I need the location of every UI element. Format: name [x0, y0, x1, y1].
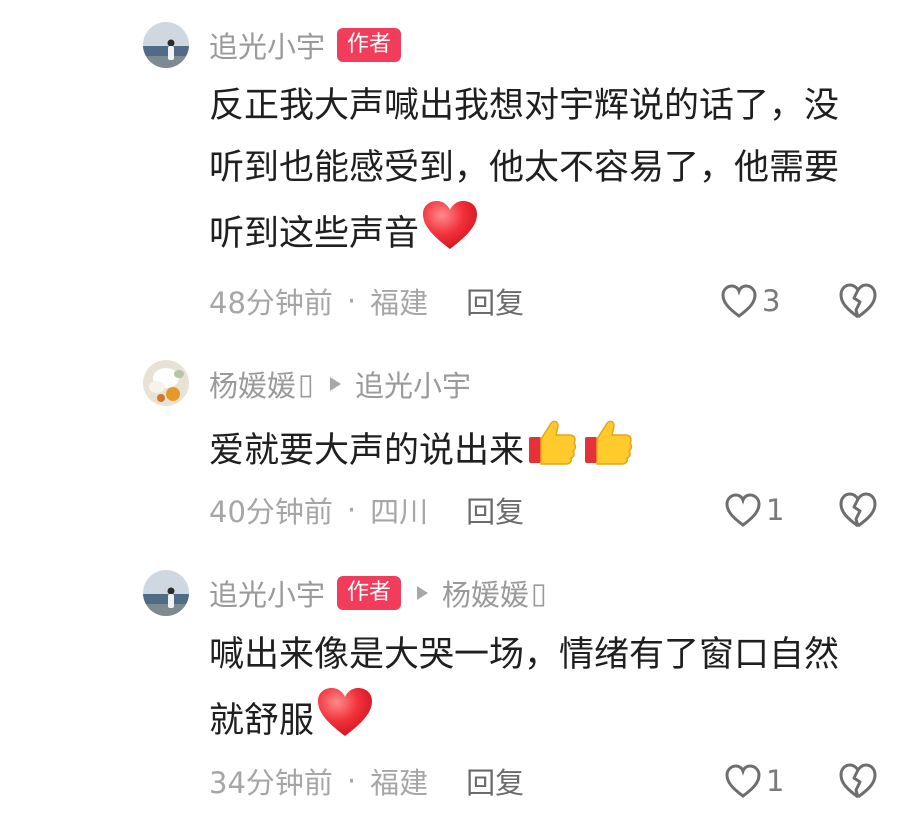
comment-meta: 40分钟前 · 四川 回复 — [209, 488, 524, 532]
beach-person-avatar-icon — [143, 22, 189, 68]
reply-target[interactable]: 杨媛媛 — [442, 572, 529, 614]
comment-text-block: 喊出来像是大哭一场，情绪有了窗口自然就舒服 — [209, 624, 859, 758]
avatar[interactable] — [143, 360, 189, 406]
broken-heart-icon[interactable] — [838, 281, 878, 321]
thumbs-up-icon — [582, 415, 636, 489]
comment-text: 爱就要大声的说出来 — [209, 431, 525, 471]
heart-outline-icon — [725, 493, 761, 527]
beach-person-avatar-icon — [143, 570, 189, 616]
like-button[interactable]: 3 — [720, 279, 780, 323]
avatar[interactable] — [143, 570, 189, 616]
comment-header: 追光小宇 作者 — [209, 23, 402, 67]
comment-time: 34分钟前 — [209, 766, 333, 800]
reply-button[interactable]: 回复 — [466, 280, 524, 322]
heart-outline-icon — [721, 284, 757, 318]
comment-text: 反正我大声喊出我想对宇辉说的话了，没听到也能感受到，他太不容易了，他需要听到这些… — [209, 86, 840, 254]
like-count: 3 — [762, 284, 781, 318]
like-count: 1 — [766, 764, 785, 798]
comment-text-block: 反正我大声喊出我想对宇辉说的话了，没听到也能感受到，他太不容易了，他需要听到这些… — [209, 75, 859, 271]
separator-dot: · — [346, 493, 357, 527]
username[interactable]: 追光小宇 — [209, 24, 325, 66]
avatar[interactable] — [143, 22, 189, 68]
like-button[interactable]: 1 — [724, 488, 784, 532]
comment-time: 48分钟前 — [209, 286, 333, 320]
like-count: 1 — [766, 493, 785, 527]
reply-arrow-icon — [417, 586, 429, 600]
like-button[interactable]: 1 — [724, 759, 784, 803]
comment-meta: 48分钟前 · 福建 回复 — [209, 279, 524, 323]
comment-location: 四川 — [370, 495, 429, 529]
username[interactable]: 杨媛媛 — [209, 363, 296, 405]
red-heart-icon — [316, 686, 374, 758]
red-heart-icon — [421, 199, 479, 271]
reply-target[interactable]: 追光小宇 — [355, 363, 471, 405]
comment-time: 40分钟前 — [209, 495, 333, 529]
author-badge: 作者 — [337, 28, 402, 62]
heart-outline-icon — [725, 764, 761, 798]
author-badge: 作者 — [337, 576, 402, 610]
reply-button[interactable]: 回复 — [466, 760, 524, 802]
comment-header: 追光小宇 作者 杨媛媛 ▯ — [209, 571, 547, 615]
comment-location: 福建 — [370, 766, 429, 800]
comment-text: 喊出来像是大哭一场，情绪有了窗口自然就舒服 — [209, 635, 840, 741]
broken-heart-icon[interactable] — [838, 761, 878, 801]
separator-dot: · — [346, 764, 357, 798]
thumbs-up-icon — [526, 415, 580, 489]
separator-dot: · — [346, 284, 357, 318]
username[interactable]: 追光小宇 — [209, 572, 325, 614]
flower-avatar-icon — [143, 360, 189, 406]
reply-arrow-icon — [329, 377, 341, 391]
comment-location: 福建 — [370, 286, 429, 320]
broken-heart-icon[interactable] — [838, 490, 878, 530]
comment-meta: 34分钟前 · 福建 回复 — [209, 759, 524, 803]
reply-button[interactable]: 回复 — [466, 489, 524, 531]
comment-header: 杨媛媛 ▯ 追光小宇 — [209, 362, 471, 406]
comment-text-block: 爱就要大声的说出来 — [209, 415, 859, 489]
